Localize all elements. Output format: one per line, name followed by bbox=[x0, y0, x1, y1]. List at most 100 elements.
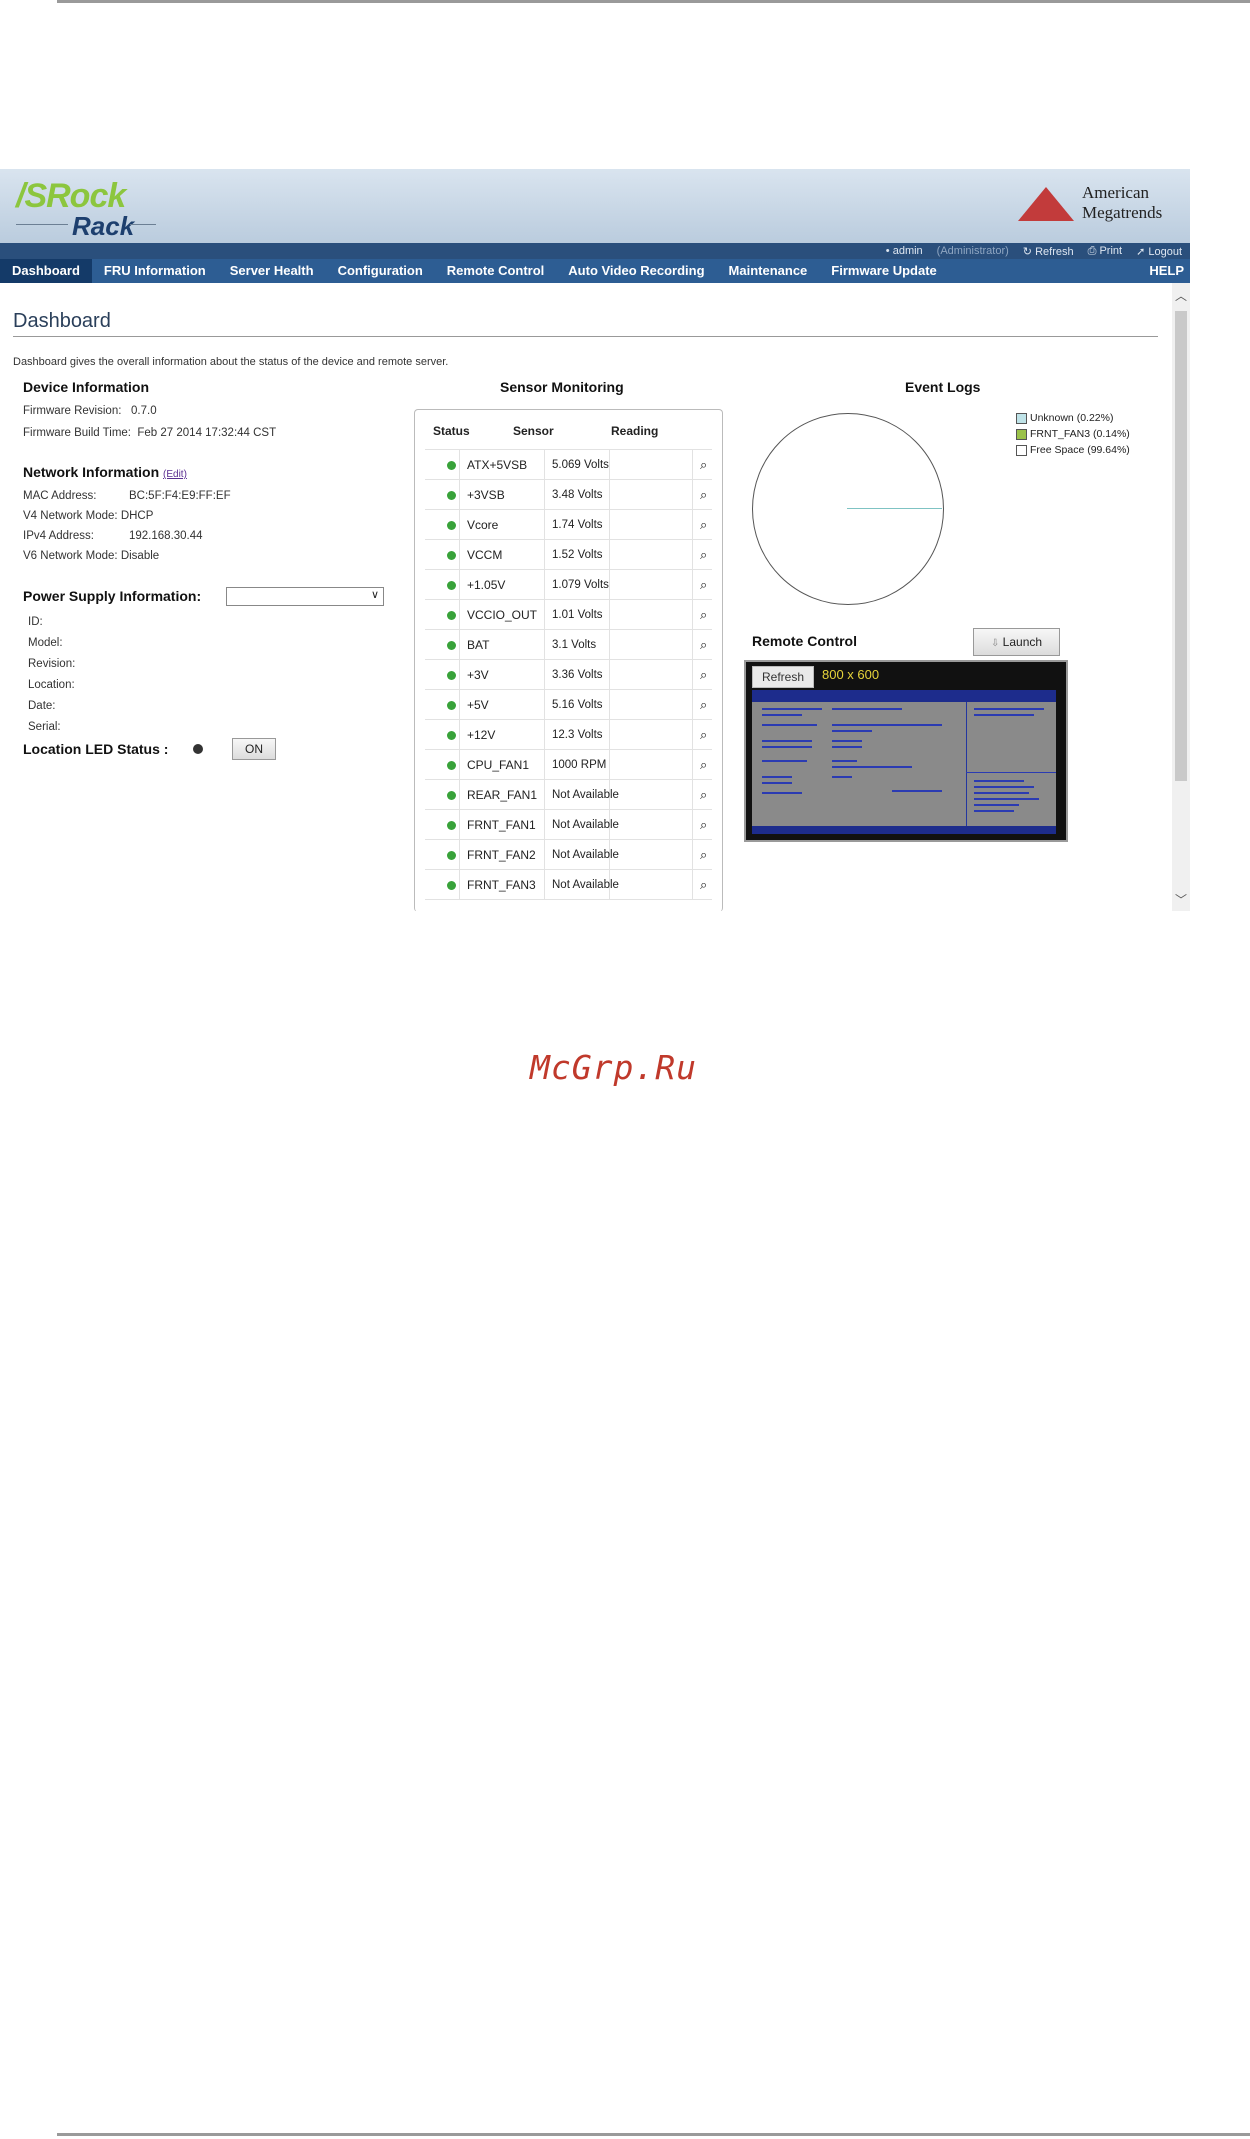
sensor-status-icon bbox=[447, 641, 456, 650]
mac-label: MAC Address: bbox=[23, 490, 97, 502]
mac-value: BC:5F:F4:E9:FF:EF bbox=[129, 490, 231, 502]
sensor-status-icon bbox=[447, 731, 456, 740]
sensor-name: +1.05V bbox=[467, 578, 506, 592]
sensor-reading: 3.1 Volts bbox=[552, 639, 597, 651]
pie-slice-line bbox=[847, 508, 942, 509]
nav-firmware-update[interactable]: Firmware Update bbox=[819, 259, 948, 283]
nav-maintenance[interactable]: Maintenance bbox=[717, 259, 820, 283]
sensor-table: Status Sensor Reading ATX+5VSB 5.069 Volt… bbox=[414, 409, 723, 911]
vertical-scrollbar[interactable]: ︿ ﹀ bbox=[1172, 283, 1190, 911]
sensor-row: ATX+5VSB 5.069 Volts ⌕ bbox=[425, 449, 712, 480]
magnifier-icon[interactable]: ⌕ bbox=[700, 810, 707, 840]
sensor-reading: 3.48 Volts bbox=[552, 489, 603, 501]
sensor-status-icon bbox=[447, 521, 456, 530]
sensor-status-icon bbox=[447, 461, 456, 470]
scroll-down-icon[interactable]: ﹀ bbox=[1175, 891, 1187, 908]
sensor-reading: 1.74 Volts bbox=[552, 519, 603, 531]
magnifier-icon[interactable]: ⌕ bbox=[700, 450, 707, 480]
console-screen-thumbnail[interactable] bbox=[752, 690, 1056, 834]
sensor-name: FRNT_FAN1 bbox=[467, 818, 536, 832]
sensor-row-partial bbox=[425, 899, 712, 911]
v4-mode-row: V4 Network Mode: DHCP bbox=[23, 510, 153, 522]
legend-free-space: Free Space (99.64%) bbox=[1016, 444, 1130, 456]
launch-label: Launch bbox=[1002, 635, 1043, 649]
ps-field-date: Date: bbox=[28, 700, 56, 712]
magnifier-icon[interactable]: ⌕ bbox=[700, 840, 707, 870]
ps-field-model: Model: bbox=[28, 637, 63, 649]
magnifier-icon[interactable]: ⌕ bbox=[700, 870, 707, 900]
sensor-name: +5V bbox=[467, 698, 489, 712]
nav-server-health[interactable]: Server Health bbox=[218, 259, 326, 283]
magnifier-icon[interactable]: ⌕ bbox=[700, 600, 707, 630]
firmware-build-row: Firmware Build Time: Feb 27 2014 17:32:4… bbox=[23, 427, 276, 439]
sensor-name: VCCM bbox=[467, 548, 503, 562]
magnifier-icon[interactable]: ⌕ bbox=[700, 480, 707, 510]
v6-mode-row: V6 Network Mode: Disable bbox=[23, 550, 159, 562]
print-link[interactable]: ⎙ Print bbox=[1088, 245, 1122, 258]
sensor-name: FRNT_FAN3 bbox=[467, 878, 536, 892]
magnifier-icon[interactable]: ⌕ bbox=[700, 510, 707, 540]
network-edit-link[interactable]: (Edit) bbox=[163, 469, 187, 480]
sensor-reading: 1.01 Volts bbox=[552, 609, 603, 621]
console-refresh-button[interactable]: Refresh bbox=[752, 666, 814, 688]
network-info-title: Network Information bbox=[23, 464, 160, 480]
led-status-icon bbox=[193, 744, 203, 754]
nav-auto-video-recording[interactable]: Auto Video Recording bbox=[556, 259, 716, 283]
power-supply-select[interactable]: ∨ bbox=[226, 587, 384, 606]
magnifier-icon[interactable]: ⌕ bbox=[700, 660, 707, 690]
page-bottom-rule bbox=[57, 2133, 1250, 2136]
sensor-status-icon bbox=[447, 581, 456, 590]
magnifier-icon[interactable]: ⌕ bbox=[700, 750, 707, 780]
scroll-thumb[interactable] bbox=[1175, 311, 1187, 781]
sensor-status-icon bbox=[447, 821, 456, 830]
launch-button[interactable]: ⇩ Launch bbox=[973, 628, 1060, 656]
magnifier-icon[interactable]: ⌕ bbox=[700, 780, 707, 810]
bmc-dashboard-screenshot: /SRock Rack American Megatrends • admin … bbox=[0, 169, 1190, 911]
sensor-name: BAT bbox=[467, 638, 490, 652]
sensor-name: Vcore bbox=[467, 518, 499, 532]
magnifier-icon[interactable]: ⌕ bbox=[700, 690, 707, 720]
sensor-name: CPU_FAN1 bbox=[467, 758, 530, 772]
nav-configuration[interactable]: Configuration bbox=[326, 259, 435, 283]
sensor-status-icon bbox=[447, 611, 456, 620]
nav-fru-information[interactable]: FRU Information bbox=[92, 259, 218, 283]
v6-mode-label: V6 Network Mode: bbox=[23, 550, 118, 562]
remote-control-heading: Remote Control bbox=[752, 633, 857, 649]
sensor-reading: 1000 RPM bbox=[552, 759, 607, 771]
col-reading: Reading bbox=[611, 424, 659, 438]
magnifier-icon[interactable]: ⌕ bbox=[700, 540, 707, 570]
sensor-reading: Not Available bbox=[552, 789, 619, 801]
sensor-reading: 5.16 Volts bbox=[552, 699, 603, 711]
sensor-name: +3V bbox=[467, 668, 489, 682]
magnifier-icon[interactable]: ⌕ bbox=[700, 720, 707, 750]
remote-console-preview[interactable]: Refresh 800 x 600 bbox=[744, 660, 1068, 842]
refresh-link[interactable]: ↻ Refresh bbox=[1023, 245, 1074, 258]
nav-dashboard[interactable]: Dashboard bbox=[0, 259, 92, 283]
sensor-status-icon bbox=[447, 851, 456, 860]
event-log-pie-chart[interactable] bbox=[752, 413, 944, 605]
sensor-row: VCCIO_OUT 1.01 Volts ⌕ bbox=[425, 599, 712, 630]
sensor-row: +1.05V 1.079 Volts ⌕ bbox=[425, 569, 712, 600]
sensor-status-icon bbox=[447, 881, 456, 890]
page-top-rule bbox=[57, 0, 1250, 3]
nav-remote-control[interactable]: Remote Control bbox=[435, 259, 557, 283]
legend-unknown: Unknown (0.22%) bbox=[1016, 412, 1113, 424]
launch-icon: ⇩ bbox=[990, 638, 1000, 649]
sensor-row: FRNT_FAN2 Not Available ⌕ bbox=[425, 839, 712, 870]
ps-field-revision: Revision: bbox=[28, 658, 76, 670]
nav-help[interactable]: HELP bbox=[1149, 259, 1184, 283]
logout-link[interactable]: ➚ Logout bbox=[1136, 245, 1182, 258]
legend-swatch-unknown bbox=[1016, 412, 1027, 424]
logo-rule-left bbox=[16, 224, 68, 225]
magnifier-icon[interactable]: ⌕ bbox=[700, 630, 707, 660]
scroll-up-icon[interactable]: ︿ bbox=[1175, 287, 1187, 304]
sensor-reading: Not Available bbox=[552, 819, 619, 831]
watermark: McGrp.Ru bbox=[530, 1048, 697, 1087]
ps-field-location: Location: bbox=[28, 679, 75, 691]
led-on-button[interactable]: ON bbox=[232, 738, 276, 760]
col-status: Status bbox=[433, 424, 470, 438]
sensor-name: ATX+5VSB bbox=[467, 458, 528, 472]
page-description: Dashboard gives the overall information … bbox=[13, 356, 449, 368]
v4-mode-label: V4 Network Mode: bbox=[23, 510, 118, 522]
magnifier-icon[interactable]: ⌕ bbox=[700, 570, 707, 600]
